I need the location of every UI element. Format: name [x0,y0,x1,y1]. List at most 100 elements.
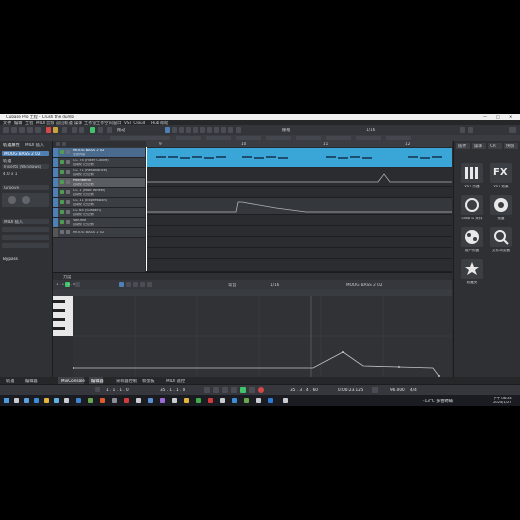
solo-button[interactable] [66,220,70,224]
black-key[interactable] [53,309,65,312]
app-icon[interactable] [196,398,201,403]
app-icon[interactable] [112,398,117,403]
app-icon[interactable] [283,398,288,403]
app-icon[interactable] [136,398,141,403]
automation-lane[interactable] [146,187,452,198]
range-tool[interactable] [172,127,177,133]
right-tab-plugins[interactable]: 插件 [456,143,470,149]
right-locator[interactable]: 35 . 1 . 1 . 0 [160,388,185,392]
tab-key-editor-bg[interactable]: 编辑器 [89,377,104,384]
tab-editor[interactable]: 编辑器 [25,379,38,383]
window-layout-button[interactable] [509,127,516,133]
play-tool[interactable] [228,127,233,133]
editor-ruler[interactable] [53,289,452,296]
right-zone-button[interactable] [35,127,41,133]
clock-time[interactable]: 下午 08:24 [493,397,512,401]
project-cursor[interactable] [146,147,147,271]
media-bay-button[interactable] [468,127,473,133]
track-row[interactable]: MOOG BASS 2 02 [53,228,145,238]
pitchbend-lane[interactable] [146,198,452,215]
midi-part[interactable] [146,148,452,167]
file-browser-tile[interactable] [490,227,512,247]
inspector-knob-area[interactable] [2,193,49,207]
right-tab-cr[interactable]: CR [488,143,502,149]
click-button[interactable] [372,387,378,393]
black-key[interactable] [53,318,65,321]
editor-tab-label[interactable]: 力度 [63,275,71,279]
track-row[interactable]: CC 64 (Sustain) 自动化 (已记录) [53,208,145,218]
editor-draw-tool[interactable] [126,282,131,287]
solo-button[interactable] [66,170,70,174]
solo-button[interactable] [66,150,70,154]
snap-type-label[interactable]: 栅格 [282,128,290,132]
volume-knob-icon[interactable] [8,196,16,204]
mute-button[interactable] [60,150,64,154]
automation-lane[interactable] [146,259,452,272]
info-field-mute[interactable] [296,136,321,140]
draw-tool[interactable] [214,127,219,133]
autoscroll-button[interactable] [90,127,95,133]
line-tool[interactable] [221,127,226,133]
app-icon[interactable] [208,398,213,403]
play-button[interactable] [240,387,246,393]
listen-button[interactable] [62,127,67,133]
inspector-tab-track[interactable]: 轨道属性 [3,143,20,147]
left-zone-button[interactable] [19,127,25,133]
automation-lane[interactable] [146,168,452,187]
app-icon[interactable] [232,398,237,403]
track-row[interactable]: Volume 自动化 (已记录) [53,218,145,228]
close-button[interactable]: ✕ [509,115,512,119]
app-icon[interactable] [184,398,189,403]
add-track-button[interactable] [56,142,60,146]
info-field-velocity[interactable] [386,136,411,140]
app-icon[interactable] [172,398,177,403]
automation-lane[interactable] [146,248,452,259]
solo-button[interactable] [66,230,70,234]
glue-tool[interactable] [186,127,191,133]
store-icon[interactable] [54,398,59,403]
inspector-row-3[interactable] [2,235,49,240]
tempo-display[interactable]: 96.000 [390,388,405,392]
go-to-start-button[interactable] [204,387,210,393]
erase-tool[interactable] [193,127,198,133]
app-icon[interactable] [64,398,69,403]
app-icon[interactable] [160,398,165,403]
solo-button[interactable] [66,180,70,184]
info-field-end[interactable] [206,136,231,140]
right-tab-media[interactable]: 媒体 [472,143,486,149]
editor-select-tool[interactable] [119,282,124,287]
editor-mute-tool[interactable] [147,282,152,287]
mute-button[interactable] [60,190,64,194]
loop-button[interactable] [107,127,112,133]
solo-button[interactable] [66,200,70,204]
left-locator[interactable]: 1 . 1 . 1 . 0 [106,388,129,392]
inspector-row-2[interactable] [2,227,49,232]
track-row[interactable]: CC 74 (Filter Cutoff) 自动化 (已记录) [53,158,145,168]
info-field-lock[interactable] [326,136,351,140]
tab-track[interactable]: 轨道 [6,379,14,383]
info-field-length[interactable] [236,136,261,140]
automation-lane[interactable] [146,215,452,226]
solo-button[interactable] [66,190,70,194]
color-tool[interactable] [236,127,241,133]
clock-date[interactable]: 2024/1/27 [493,401,511,405]
right-tab-snapshots[interactable]: 快照 [504,143,518,149]
lower-zone-button[interactable] [27,127,33,133]
piano-keyboard[interactable] [53,296,73,336]
inspector-row-midi-inserts[interactable]: MIDI 插入 [2,219,49,224]
editor-grid-label[interactable]: 1/16 [270,283,279,287]
task-view-icon[interactable] [24,398,29,403]
start-icon[interactable] [4,398,9,403]
mute-tool[interactable] [207,127,212,133]
solo-button[interactable] [66,160,70,164]
write-automation-button[interactable] [79,127,84,133]
black-key[interactable] [53,327,65,330]
track-name[interactable]: MOOG BASS 2 02 [73,231,104,235]
tab-mixconsole[interactable]: MixConsole [61,379,85,383]
mute-button[interactable] [60,170,64,174]
app-icon[interactable] [148,398,153,403]
app-icon[interactable] [88,398,93,403]
inspector-track-name[interactable]: MOOG BASS 2 02 [2,151,49,156]
mute-button[interactable] [60,200,64,204]
track-row[interactable]: MOOG BASS 2 02 全部内容 [53,148,145,158]
